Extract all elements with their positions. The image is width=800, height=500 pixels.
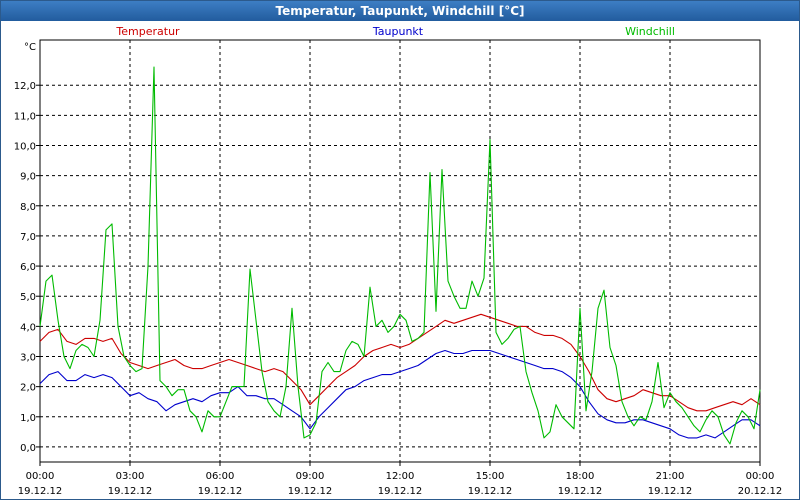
- series-line-windchill: [39, 66, 761, 445]
- y-tick-label: 11,0: [14, 111, 36, 122]
- x-tick-label-time: 03:00: [116, 471, 145, 482]
- legend-entry-temperatur: Temperatur: [115, 25, 180, 38]
- x-tick-label-time: 09:00: [296, 471, 325, 482]
- legend-entry-taupunkt: Taupunkt: [372, 25, 424, 38]
- tick-labels: 0,0 1,0 2,0 3,0 4,0 5,0 6,0 7,0 8,0 9,0 10,0 11,0 12…: [14, 42, 783, 497]
- legend-entry-windchill: Windchill: [625, 25, 675, 38]
- y-tick-label: 6,0: [20, 262, 36, 273]
- y-tick-label: 2,0: [20, 383, 36, 394]
- x-tick-label-date: 19.12.12: [468, 486, 513, 497]
- x-tick-label-time: 15:00: [476, 471, 505, 482]
- x-tick-label-date: 19.12.12: [18, 486, 63, 497]
- legend: Temperatur Taupunkt Windchill: [115, 25, 675, 38]
- x-tick-label-date: 19.12.12: [288, 486, 333, 497]
- x-tick-label-date: 19.12.12: [108, 486, 153, 497]
- y-tick-label: 3,0: [20, 353, 36, 364]
- x-tick-label-time: 21:00: [656, 471, 685, 482]
- y-tick-label: 12,0: [14, 81, 36, 92]
- y-tick-label: 9,0: [20, 172, 36, 183]
- chart-canvas: 0,0 1,0 2,0 3,0 4,0 5,0 6,0 7,0 8,0 9,0 10,0 11,0 12…: [14, 25, 783, 497]
- x-tick-label-time: 00:00: [26, 471, 55, 482]
- x-tick-label-date: 19.12.12: [378, 486, 423, 497]
- x-tick-label-time: 18:00: [566, 471, 595, 482]
- series-lines: [39, 66, 761, 445]
- y-tick-label: 7,0: [20, 232, 36, 243]
- x-tick-label-date: 19.12.12: [648, 486, 693, 497]
- x-tick-label-date: 20.12.12: [738, 486, 783, 497]
- y-tick-label: 8,0: [20, 202, 36, 213]
- y-tick-label: 5,0: [20, 292, 36, 303]
- x-tick-label-date: 19.12.12: [558, 486, 603, 497]
- y-tick-label: 1,0: [20, 413, 36, 424]
- y-tick-label: 0,0: [20, 443, 36, 454]
- x-tick-label-time: 00:00: [746, 471, 775, 482]
- x-tick-label-time: 06:00: [206, 471, 235, 482]
- x-tick-label-time: 12:00: [386, 471, 415, 482]
- y-axis-unit: °C: [24, 42, 36, 53]
- y-tick-label: 4,0: [20, 322, 36, 333]
- y-tick-label: 10,0: [14, 142, 36, 153]
- x-tick-label-date: 19.12.12: [198, 486, 243, 497]
